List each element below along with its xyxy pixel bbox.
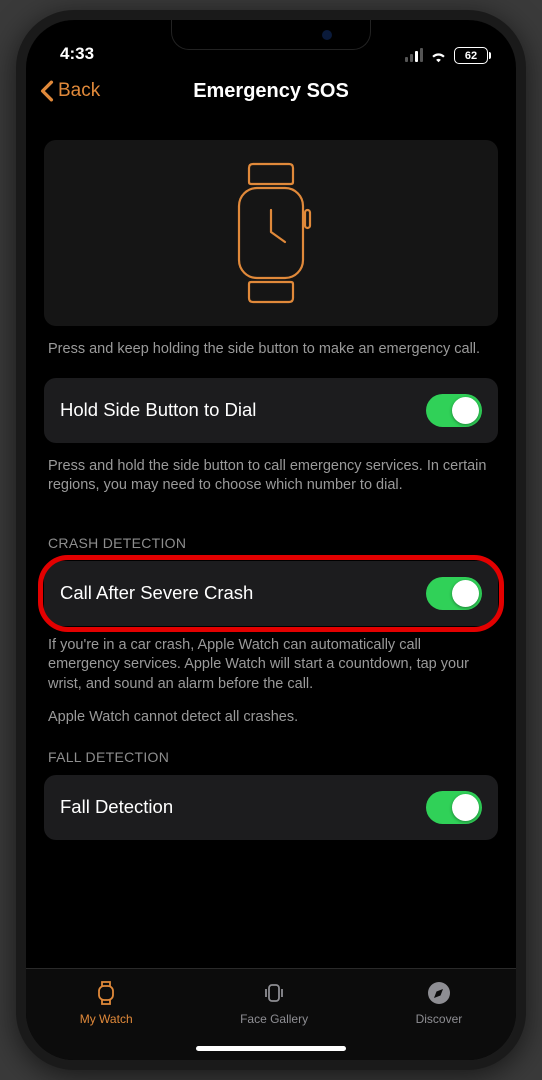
tab-my-watch[interactable]: My Watch [80,979,133,1026]
nav-header: Back Emergency SOS [26,66,516,116]
page-title: Emergency SOS [193,80,349,103]
wifi-icon [429,49,448,63]
notch [171,20,371,50]
fall-detection-row[interactable]: Fall Detection [44,775,498,840]
status-time: 4:33 [60,44,94,64]
cell-signal-icon [405,49,423,62]
call-after-crash-label: Call After Severe Crash [60,581,253,606]
watch-icon [223,158,319,308]
battery-icon: 62 [454,47,488,64]
hold-side-button-hint: Press and hold the side button to call e… [44,443,498,514]
fall-detection-label: Fall Detection [60,795,173,820]
crash-note: Apple Watch cannot detect all crashes. [44,694,498,728]
call-after-crash-row[interactable]: Call After Severe Crash [44,561,498,626]
phone-frame: 4:33 62 Back Emergency SOS [16,10,526,1070]
crash-hint: If you're in a car crash, Apple Watch ca… [44,626,498,695]
home-indicator[interactable] [196,1046,346,1051]
status-icons: 62 [405,47,488,64]
hero-hint: Press and keep holding the side button t… [44,326,498,378]
highlight-annotation: Call After Severe Crash [44,561,498,626]
tab-discover-label: Discover [416,1012,463,1026]
battery-level: 62 [465,50,477,62]
fall-detection-toggle[interactable] [426,791,482,824]
tab-bar: My Watch Face Gallery Discover [26,968,516,1060]
tab-face-gallery-label: Face Gallery [240,1012,308,1026]
watch-illustration-card [44,140,498,326]
screen: 4:33 62 Back Emergency SOS [26,20,516,1060]
hold-side-button-toggle[interactable] [426,394,482,427]
back-label: Back [58,80,100,102]
crash-section-header: CRASH DETECTION [44,514,498,561]
hold-side-button-row[interactable]: Hold Side Button to Dial [44,378,498,443]
tab-my-watch-label: My Watch [80,1012,133,1026]
back-button[interactable]: Back [40,80,100,102]
hold-side-button-label: Hold Side Button to Dial [60,398,256,423]
content-area[interactable]: Press and keep holding the side button t… [26,116,516,968]
tab-discover[interactable]: Discover [416,979,463,1026]
fall-section-header: FALL DETECTION [44,728,498,775]
tab-face-gallery[interactable]: Face Gallery [240,979,308,1026]
call-after-crash-toggle[interactable] [426,577,482,610]
